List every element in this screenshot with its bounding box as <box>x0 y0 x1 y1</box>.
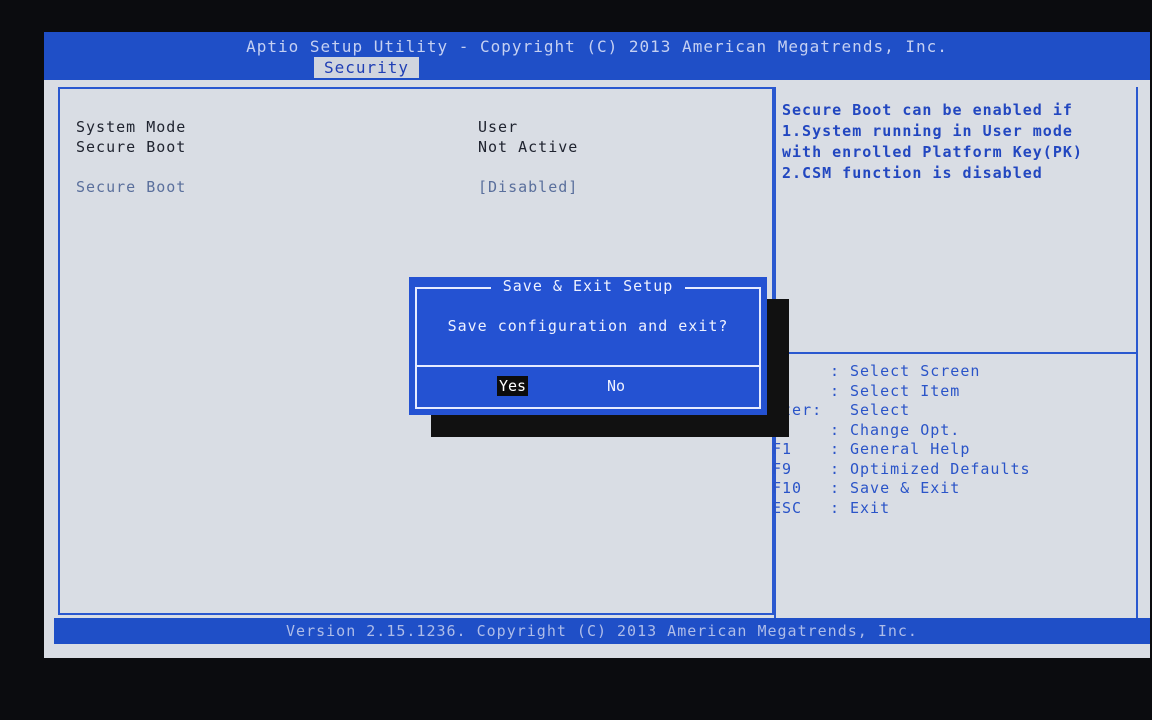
key-row: /-:Change Opt. <box>772 421 1031 441</box>
tab-security[interactable]: Security <box>314 57 420 78</box>
key-legend: ←:Select Screen ↓:Select Item nter:Selec… <box>772 362 1031 518</box>
yes-button[interactable]: Yes <box>497 376 529 396</box>
key-row: nter: Select <box>772 401 911 419</box>
help-divider <box>774 352 1136 354</box>
save-exit-dialog: Save & Exit Setup Save configuration and… <box>409 277 767 415</box>
help-text: Secure Boot can be enabled if 1.System r… <box>782 100 1142 184</box>
footer-bar: Version 2.15.1236. Copyright (C) 2013 Am… <box>54 618 1150 644</box>
no-button[interactable]: No <box>607 376 625 396</box>
system-mode-value: User <box>478 118 519 136</box>
key-row: F1: General Help <box>772 440 971 458</box>
dialog-divider <box>415 365 761 367</box>
system-mode-label: System Mode <box>76 118 187 136</box>
key-row: ↓:Select Item <box>772 382 1031 402</box>
header-bar: Aptio Setup Utility - Copyright (C) 2013… <box>44 32 1150 80</box>
dialog-message: Save configuration and exit? <box>447 317 729 335</box>
help-line: Secure Boot can be enabled if <box>782 101 1073 119</box>
key-f10: F10 <box>772 479 803 497</box>
secure-boot-option-value[interactable]: [Disabled] <box>478 178 578 196</box>
dialog-title: Save & Exit Setup <box>409 277 767 295</box>
secure-boot-option-label[interactable]: Secure Boot <box>76 178 186 196</box>
dialog-border <box>415 287 761 409</box>
key-esc: ESC <box>772 498 803 517</box>
key-f1: F1 <box>772 440 793 458</box>
bios-screen: Aptio Setup Utility - Copyright (C) 2013… <box>44 32 1150 658</box>
key-row: ←:Select Screen <box>772 362 1031 382</box>
help-line: 2.CSM function is disabled <box>782 164 1043 182</box>
secure-boot-status-value: Not Active <box>478 138 579 156</box>
key-row: F9: Optimized Defaults <box>772 459 1031 478</box>
help-line: 1.System running in User mode <box>782 122 1073 140</box>
key-f9: F9 <box>772 459 793 478</box>
key-row: F10: Save & Exit <box>772 479 961 497</box>
help-line: with enrolled Platform Key(PK) <box>782 143 1083 161</box>
header-title: Aptio Setup Utility - Copyright (C) 2013… <box>246 37 948 56</box>
key-row: ESC: Exit <box>772 498 891 517</box>
secure-boot-status-label: Secure Boot <box>76 138 187 156</box>
